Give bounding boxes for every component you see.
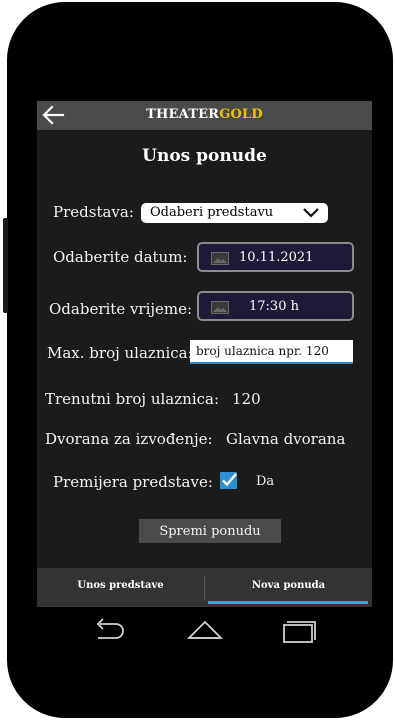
max-ulaznica-input[interactable] <box>190 340 353 364</box>
active-tab-indicator <box>208 601 368 604</box>
datum-label: Odaberite datum: <box>53 248 188 266</box>
vrijeme-picker[interactable]: 17:30 h <box>197 291 354 321</box>
app-header: THEATERGOLD <box>37 101 372 130</box>
max-ulaznica-label: Max. broj ulaznica: <box>47 344 193 362</box>
datum-value: 10.11.2021 <box>239 250 314 265</box>
predstava-dropdown-value: Odaberi predstavu <box>150 205 274 220</box>
tab-unos-predstave[interactable]: Unos predstave <box>37 568 204 607</box>
image-icon <box>211 252 229 265</box>
app-screen: THEATERGOLD Unos ponude Predstava: Odabe… <box>37 101 372 607</box>
checkmark-icon <box>220 472 237 489</box>
predstava-dropdown[interactable]: Odaberi predstavu <box>141 203 328 223</box>
brand-logo: THEATERGOLD <box>37 107 372 122</box>
vrijeme-label: Odaberite vrijeme: <box>49 300 193 318</box>
recent-apps-icon[interactable] <box>282 618 318 644</box>
brand-text-gold: GOLD <box>219 107 263 122</box>
dvorana-value: Glavna dvorana <box>226 430 346 448</box>
back-arrow-icon[interactable] <box>94 618 126 644</box>
page-title: Unos ponude <box>142 146 267 166</box>
phone-side-button <box>3 218 8 313</box>
bottom-tab-bar: Unos predstave Nova ponuda <box>37 568 372 607</box>
brand-text-white: THEATER <box>146 107 220 122</box>
premijera-option-label: Da <box>256 474 275 489</box>
vrijeme-value: 17:30 h <box>249 299 299 314</box>
premijera-checkbox[interactable] <box>220 472 237 489</box>
premijera-label: Premijera predstave: <box>53 473 213 491</box>
home-icon[interactable] <box>187 618 223 644</box>
chevron-down-icon <box>303 208 319 218</box>
image-icon <box>211 301 229 314</box>
trenutni-ulaznica-label: Trenutni broj ulaznica: <box>45 390 220 408</box>
spremi-ponudu-button[interactable]: Spremi ponudu <box>139 519 281 543</box>
trenutni-ulaznica-value: 120 <box>232 390 261 408</box>
dvorana-label: Dvorana za izvođenje: <box>45 430 213 448</box>
predstava-label: Predstava: <box>53 203 134 221</box>
datum-picker[interactable]: 10.11.2021 <box>197 242 354 272</box>
